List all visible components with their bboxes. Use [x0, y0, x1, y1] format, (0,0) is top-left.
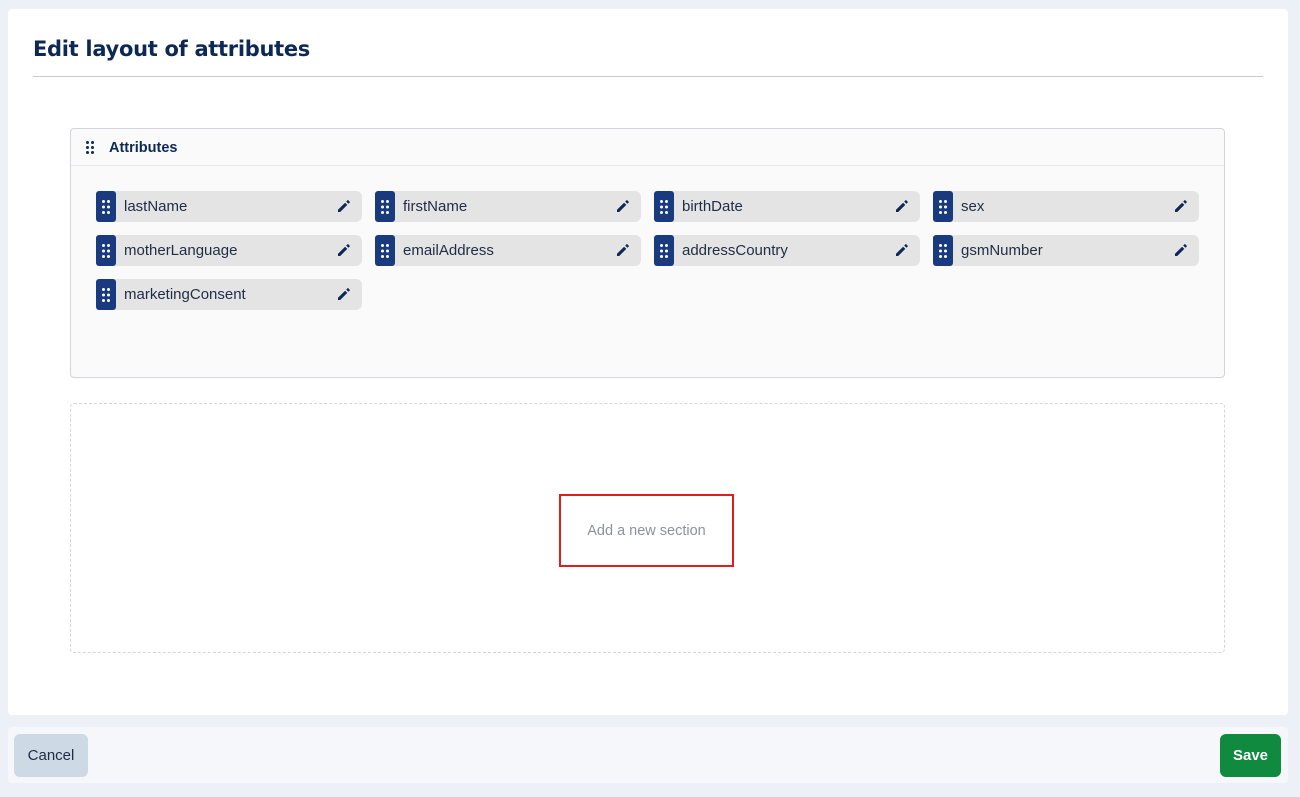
page-title: Edit layout of attributes — [33, 37, 311, 61]
pencil-icon[interactable] — [336, 286, 352, 302]
pencil-icon[interactable] — [336, 198, 352, 214]
pencil-icon[interactable] — [894, 242, 910, 258]
attribute-label: emailAddress — [403, 242, 494, 259]
section-title: Attributes — [109, 140, 178, 156]
attribute-chip[interactable]: sex — [933, 191, 1199, 222]
attribute-chip[interactable]: emailAddress — [375, 235, 641, 266]
attribute-label: sex — [961, 198, 985, 215]
attribute-label: marketingConsent — [124, 286, 246, 303]
pencil-icon[interactable] — [894, 198, 910, 214]
cancel-button[interactable]: Cancel — [14, 734, 88, 777]
drag-handle-icon[interactable] — [86, 141, 94, 154]
drag-handle-icon[interactable] — [375, 191, 395, 222]
save-button[interactable]: Save — [1220, 734, 1281, 777]
drag-handle-icon[interactable] — [933, 191, 953, 222]
footer-bar: Cancel Save — [8, 727, 1288, 783]
attribute-label: addressCountry — [682, 242, 788, 259]
section-header: Attributes — [71, 129, 1224, 166]
attribute-list: lastName firstName birthDate sex motherL… — [96, 191, 1199, 310]
attribute-label: birthDate — [682, 198, 743, 215]
attribute-label: lastName — [124, 198, 188, 215]
section-attributes[interactable]: Attributes lastName firstName birthDate … — [70, 128, 1225, 378]
drag-handle-icon[interactable] — [96, 279, 116, 310]
attribute-chip[interactable]: birthDate — [654, 191, 920, 222]
attribute-label: firstName — [403, 198, 468, 215]
drag-handle-icon[interactable] — [654, 235, 674, 266]
attribute-chip[interactable]: marketingConsent — [96, 279, 362, 310]
pencil-icon[interactable] — [1173, 242, 1189, 258]
attribute-chip[interactable]: addressCountry — [654, 235, 920, 266]
attribute-label: gsmNumber — [961, 242, 1043, 259]
attribute-chip[interactable]: motherLanguage — [96, 235, 362, 266]
drag-handle-icon[interactable] — [654, 191, 674, 222]
drag-handle-icon[interactable] — [933, 235, 953, 266]
attribute-chip[interactable]: firstName — [375, 191, 641, 222]
attribute-chip[interactable]: lastName — [96, 191, 362, 222]
add-section-label: Add a new section — [587, 522, 706, 539]
pencil-icon[interactable] — [615, 242, 631, 258]
drag-handle-icon[interactable] — [96, 191, 116, 222]
add-section-button[interactable]: Add a new section — [559, 494, 734, 567]
pencil-icon[interactable] — [615, 198, 631, 214]
add-section-dropzone[interactable]: Add a new section — [70, 403, 1225, 653]
editor-panel: Edit layout of attributes Attributes las… — [8, 9, 1288, 715]
pencil-icon[interactable] — [1173, 198, 1189, 214]
drag-handle-icon[interactable] — [96, 235, 116, 266]
pencil-icon[interactable] — [336, 242, 352, 258]
attribute-chip[interactable]: gsmNumber — [933, 235, 1199, 266]
title-divider — [33, 76, 1263, 77]
drag-handle-icon[interactable] — [375, 235, 395, 266]
attribute-label: motherLanguage — [124, 242, 238, 259]
